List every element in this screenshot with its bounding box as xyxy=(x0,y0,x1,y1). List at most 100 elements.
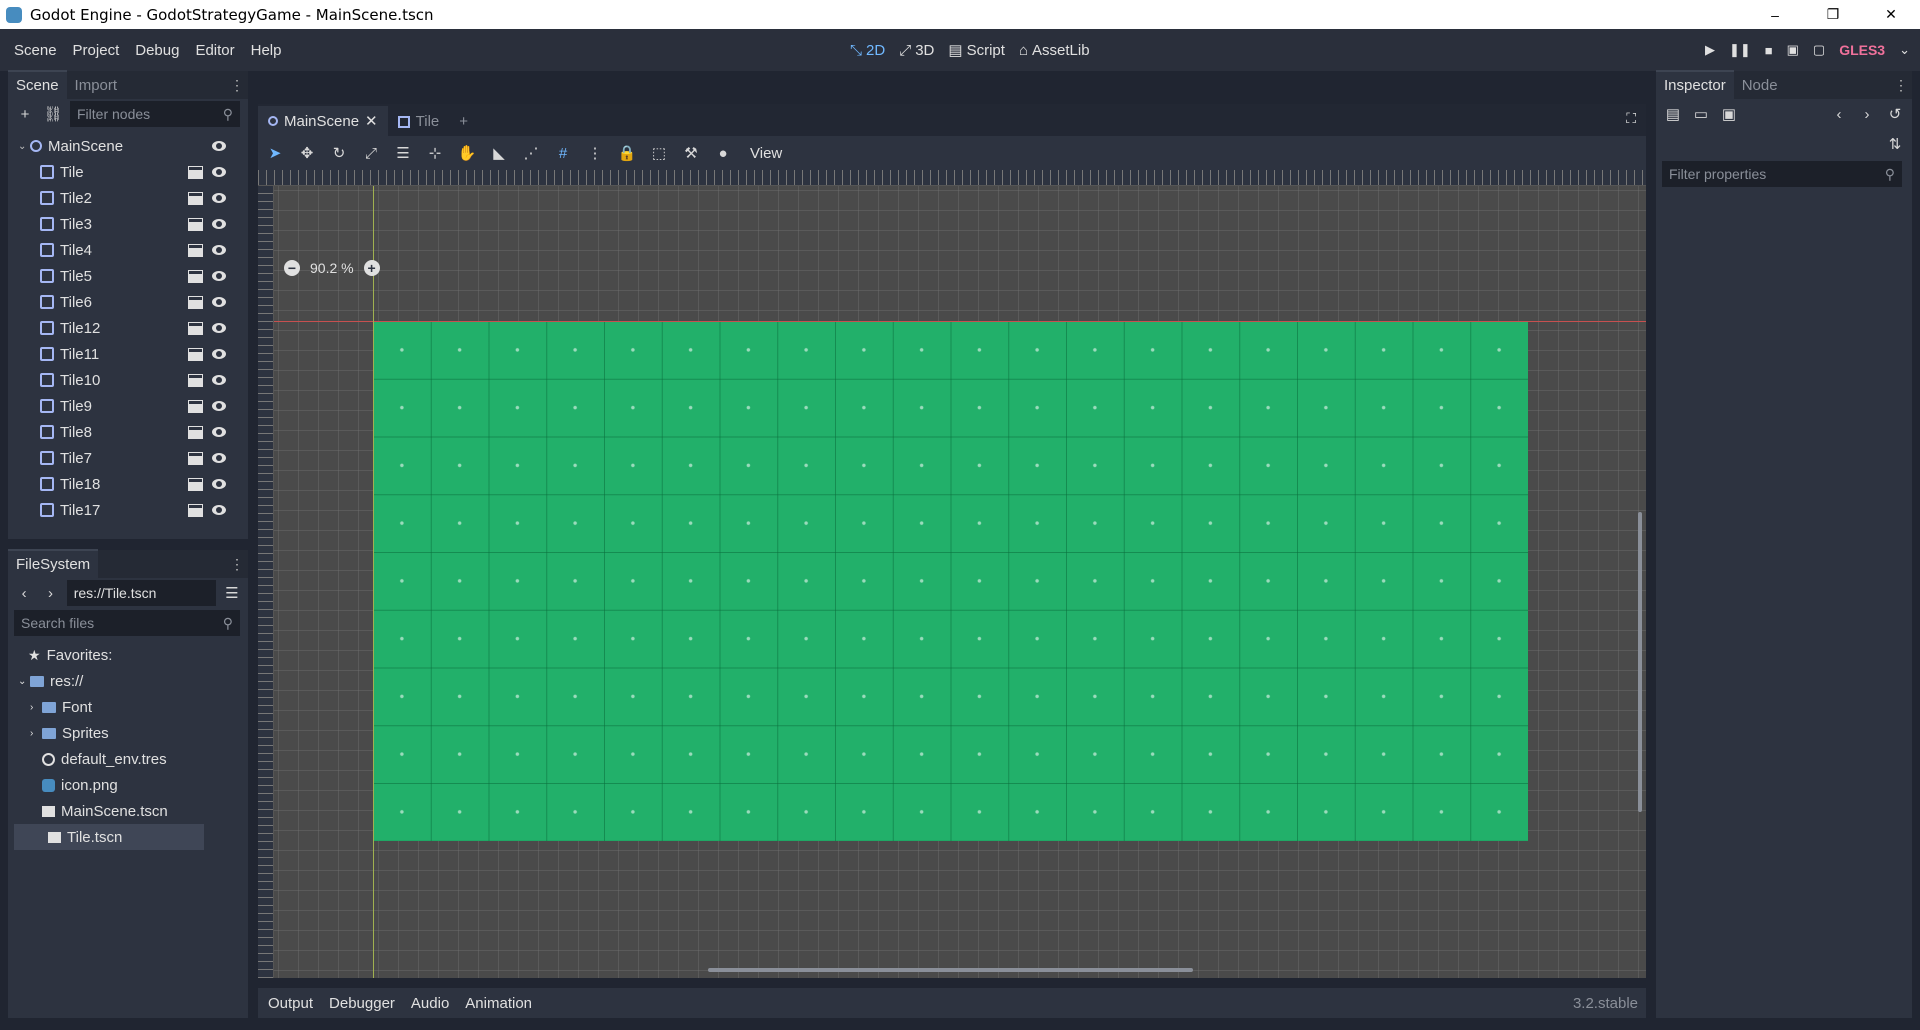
maximize-button[interactable]: ❐ xyxy=(1804,0,1862,29)
visibility-eye-icon[interactable] xyxy=(212,401,226,411)
output-tab[interactable]: Output xyxy=(268,995,313,1012)
menu-editor[interactable]: Editor xyxy=(187,42,242,59)
open-resource-icon[interactable]: ▭ xyxy=(1690,103,1712,125)
view-mode-icon[interactable]: ☰ xyxy=(222,582,242,604)
visibility-eye-icon[interactable] xyxy=(212,375,226,385)
history-icon[interactable]: ↺ xyxy=(1884,103,1906,125)
expand-arrow-icon[interactable]: › xyxy=(30,702,42,713)
fullscreen-icon[interactable]: ⛶ xyxy=(1626,110,1636,127)
rotate-tool-icon[interactable]: ↻ xyxy=(328,142,350,164)
vertical-scrollbar[interactable] xyxy=(1638,512,1642,812)
favorites-item[interactable]: ★ Favorites: xyxy=(8,642,248,668)
visibility-eye-icon[interactable] xyxy=(212,219,226,229)
visibility-eye-icon[interactable] xyxy=(212,245,226,255)
visibility-eye-icon[interactable] xyxy=(212,479,226,489)
debugger-tab[interactable]: Debugger xyxy=(329,995,395,1012)
file-item-default-env[interactable]: default_env.tres xyxy=(8,746,248,772)
file-item-mainscene[interactable]: MainScene.tscn xyxy=(8,798,248,824)
open-scene-icon[interactable] xyxy=(188,243,203,257)
file-item-icon-png[interactable]: icon.png xyxy=(8,772,248,798)
tree-node-item[interactable]: Tile8 xyxy=(8,419,248,445)
horizontal-scrollbar[interactable] xyxy=(708,968,1193,972)
main-screen-3d-button[interactable]: ⤢ 3D xyxy=(899,42,934,59)
open-scene-icon[interactable] xyxy=(188,295,203,309)
tree-node-item[interactable]: Tile10 xyxy=(8,367,248,393)
visibility-eye-icon[interactable] xyxy=(212,453,226,463)
view-menu[interactable]: View xyxy=(750,145,782,162)
filter-properties-input[interactable]: Filter properties ⚲ xyxy=(1662,161,1902,187)
visibility-eye-icon[interactable] xyxy=(212,193,226,203)
visibility-eye-icon[interactable] xyxy=(212,505,226,515)
menu-scene[interactable]: Scene xyxy=(6,42,65,59)
lock-icon[interactable]: 🔒 xyxy=(616,142,638,164)
camera-override-icon[interactable]: ● xyxy=(712,142,734,164)
tab-scene[interactable]: Scene xyxy=(8,70,67,99)
tree-node-item[interactable]: Tile xyxy=(8,159,248,185)
main-screen-assetlib-button[interactable]: ⌂ AssetLib xyxy=(1019,42,1090,59)
visibility-eye-icon[interactable] xyxy=(212,297,226,307)
pause-icon[interactable]: ❚❚ xyxy=(1729,42,1751,58)
minimize-button[interactable]: – xyxy=(1746,0,1804,29)
visibility-eye-icon[interactable] xyxy=(212,167,226,177)
snap-options-icon[interactable]: ⋮ xyxy=(584,142,606,164)
path-field[interactable]: res://Tile.tscn xyxy=(66,580,216,606)
folder-item-sprites[interactable]: › Sprites xyxy=(8,720,248,746)
open-scene-icon[interactable] xyxy=(188,373,203,387)
tree-node-item[interactable]: Tile17 xyxy=(8,497,248,523)
tab-filesystem[interactable]: FileSystem xyxy=(8,549,99,578)
menu-debug[interactable]: Debug xyxy=(127,42,187,59)
visibility-eye-icon[interactable] xyxy=(212,141,226,151)
tree-node-item[interactable]: Tile2 xyxy=(8,185,248,211)
open-scene-icon[interactable] xyxy=(188,191,203,205)
forward-arrow-icon[interactable]: › xyxy=(40,582,60,604)
open-scene-icon[interactable] xyxy=(188,399,203,413)
history-back-icon[interactable]: ‹ xyxy=(1828,103,1850,125)
new-resource-icon[interactable]: ▤ xyxy=(1662,103,1684,125)
add-scene-tab-button[interactable]: + xyxy=(449,107,478,136)
tab-inspector[interactable]: Inspector xyxy=(1656,70,1734,99)
tree-node-item[interactable]: Tile11 xyxy=(8,341,248,367)
open-scene-icon[interactable] xyxy=(188,165,203,179)
smart-snap-icon[interactable]: ⋰ xyxy=(520,142,542,164)
object-properties-icon[interactable]: ⇅ xyxy=(1884,133,1906,155)
close-tab-icon[interactable]: ✕ xyxy=(365,112,378,130)
menu-project[interactable]: Project xyxy=(65,42,128,59)
pan-tool-icon[interactable]: ✋ xyxy=(456,142,478,164)
filter-nodes-input[interactable]: Filter nodes ⚲ xyxy=(70,101,240,127)
visibility-eye-icon[interactable] xyxy=(212,271,226,281)
renderer-selector[interactable]: GLES3 xyxy=(1839,42,1885,58)
ruler-tool-icon[interactable]: ◣ xyxy=(488,142,510,164)
file-item-tile-selected[interactable]: Tile.tscn xyxy=(14,824,204,850)
save-resource-icon[interactable]: ▣ xyxy=(1718,103,1740,125)
add-node-icon[interactable]: + xyxy=(14,103,36,125)
instance-scene-icon[interactable]: ⛓ xyxy=(42,103,64,125)
dock-menu-icon[interactable]: ⋮ xyxy=(230,556,244,573)
collapse-arrow-icon[interactable]: ⌄ xyxy=(18,141,30,152)
search-files-input[interactable]: Search files ⚲ xyxy=(14,610,240,636)
play-scene-icon[interactable]: ▣ xyxy=(1787,42,1799,58)
pivot-tool-icon[interactable]: ⊹ xyxy=(424,142,446,164)
back-arrow-icon[interactable]: ‹ xyxy=(14,582,34,604)
open-scene-icon[interactable] xyxy=(188,321,203,335)
main-screen-script-button[interactable]: ▤ Script xyxy=(948,41,1005,60)
tree-node-item[interactable]: Tile9 xyxy=(8,393,248,419)
tree-node-item[interactable]: Tile5 xyxy=(8,263,248,289)
zoom-level[interactable]: 90.2 % xyxy=(310,260,354,276)
bone-icon[interactable]: ⚒ xyxy=(680,142,702,164)
zoom-in-icon[interactable]: + xyxy=(363,260,380,276)
close-window-button[interactable]: ✕ xyxy=(1862,0,1920,29)
open-scene-icon[interactable] xyxy=(188,451,203,465)
tree-node-item[interactable]: Tile4 xyxy=(8,237,248,263)
grid-snap-icon[interactable]: # xyxy=(552,142,574,164)
tab-import[interactable]: Import xyxy=(67,72,126,99)
move-tool-icon[interactable]: ✥ xyxy=(296,142,318,164)
group-icon[interactable]: ⬚ xyxy=(648,142,670,164)
tree-root-node[interactable]: ⌄ MainScene xyxy=(8,133,248,159)
history-forward-icon[interactable]: › xyxy=(1856,103,1878,125)
tile-grid[interactable] xyxy=(373,321,1528,841)
folder-item-font[interactable]: › Font xyxy=(8,694,248,720)
zoom-out-icon[interactable]: − xyxy=(284,260,300,276)
play-custom-scene-icon[interactable]: ▢ xyxy=(1813,42,1825,58)
visibility-eye-icon[interactable] xyxy=(212,427,226,437)
open-scene-icon[interactable] xyxy=(188,269,203,283)
